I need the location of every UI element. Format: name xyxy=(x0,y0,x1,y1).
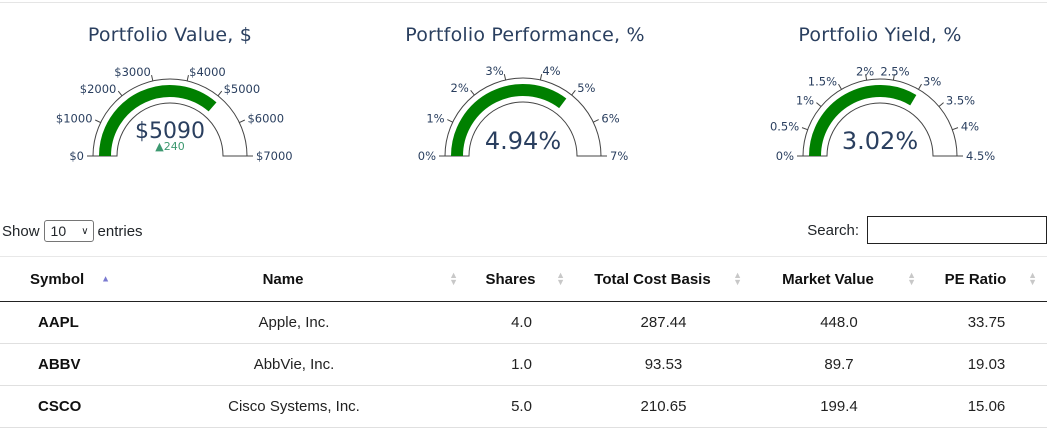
sort-icon: ▲ ▼ xyxy=(1028,270,1037,287)
cell-symbol: ABBV xyxy=(0,343,120,386)
gauge-tick-label: 2% xyxy=(451,81,469,95)
gauge-tick-label: 4.5% xyxy=(966,149,995,163)
gauge-tick-label: 3% xyxy=(923,75,941,89)
gauge-tick-label: 1% xyxy=(426,111,444,125)
gauge-tick xyxy=(952,127,959,131)
entries-label: entries xyxy=(97,222,143,240)
gauge-svg: $0$1000$2000$3000 $4000$5000$6000$7000$50… xyxy=(56,65,293,163)
table-row[interactable]: AAPL Apple, Inc. 4.0 287.44 448.0 33.75 xyxy=(0,301,1047,344)
gauge-tick-label: 0.5% xyxy=(770,120,799,134)
column-header-shares[interactable]: Shares ▲ ▼ xyxy=(468,256,575,302)
gauge-tick xyxy=(938,102,944,107)
gauge-portfolio-performance: Portfolio Performance, % 0% 1% 2% 3% 4% 5% 6% 7… xyxy=(355,0,695,180)
cell-symbol: CSCO xyxy=(0,385,120,428)
cell-name: AbbVie, Inc. xyxy=(120,343,468,386)
holdings-table: Symbol ▲ Name ▲ ▼ Shares ▲ ▼ Total Cost Ba… xyxy=(0,256,1047,428)
cell-shares: 1.0 xyxy=(468,343,575,386)
sort-icon: ▲ ▼ xyxy=(733,270,742,287)
gauge-tick-label: $1000 xyxy=(56,112,93,126)
gauge-tick xyxy=(571,90,576,96)
cell-name: Apple, Inc. xyxy=(120,301,468,344)
gauge-tick xyxy=(151,74,154,82)
column-header-pe-ratio[interactable]: PE Ratio ▲ ▼ xyxy=(926,256,1047,302)
gauge-tick-label: $2000 xyxy=(80,82,117,96)
entries-select[interactable]: 10 ∨ xyxy=(43,220,94,242)
gauge-tick-label: $5000 xyxy=(224,82,261,96)
gauge-tick-label: 5% xyxy=(577,81,595,95)
gauge-tick-label: $4000 xyxy=(189,65,226,79)
gauge-tick xyxy=(593,119,599,123)
gauge-tick xyxy=(117,90,123,97)
gauge-value-text: 4.94% xyxy=(485,127,561,155)
gauge-tick xyxy=(503,73,507,81)
cell-pe-ratio: 33.75 xyxy=(926,301,1047,344)
gauge-tick xyxy=(838,83,842,90)
table-row[interactable]: ABBV AbbVie, Inc. 1.0 93.53 89.7 19.03 xyxy=(0,343,1047,386)
cell-symbol: AAPL xyxy=(0,301,120,344)
gauge-tick-label: $6000 xyxy=(247,112,284,126)
gauge-tick-label: 1.5% xyxy=(808,75,837,89)
page-length-control: Show 10 ∨ entries xyxy=(2,220,143,242)
cell-total-cost-basis: 210.65 xyxy=(575,385,752,428)
gauge-tick xyxy=(447,119,453,123)
column-header-market-value[interactable]: Market Value ▲ ▼ xyxy=(752,256,926,302)
cell-pe-ratio: 19.03 xyxy=(926,343,1047,386)
search-input[interactable] xyxy=(867,216,1047,244)
gauge-tick xyxy=(801,127,808,131)
gauge-tick-label: 0% xyxy=(776,149,794,163)
search-label: Search: xyxy=(807,221,859,239)
gauge-tick xyxy=(239,119,245,124)
table-header-row: Symbol ▲ Name ▲ ▼ Shares ▲ ▼ Total Cost Ba… xyxy=(0,256,1047,302)
gauge-delta-text: ▲240 xyxy=(155,140,184,153)
cell-market-value: 448.0 xyxy=(752,301,926,344)
gauge-tick-label: 4% xyxy=(542,64,560,78)
gauge-tick-label: 2% xyxy=(856,64,874,78)
gauge-tick-label: $3000 xyxy=(114,65,151,79)
search-control: Search: xyxy=(807,216,1047,244)
gauge-tick xyxy=(918,83,922,90)
cell-shares: 4.0 xyxy=(468,301,575,344)
cell-name: Cisco Systems, Inc. xyxy=(120,385,468,428)
chevron-down-icon: ∨ xyxy=(81,225,89,237)
table-controls: Show 10 ∨ entries Search: xyxy=(0,216,1047,248)
column-header-total-cost-basis[interactable]: Total Cost Basis ▲ ▼ xyxy=(575,256,752,302)
gauge-tick xyxy=(95,119,101,124)
cell-total-cost-basis: 287.44 xyxy=(575,301,752,344)
gauge-tick-label: 4% xyxy=(961,120,979,134)
gauge-tick-label: 2.5% xyxy=(880,64,909,78)
gauge-tick-label: $7000 xyxy=(256,149,293,163)
gauge-tick-label: 6% xyxy=(601,111,619,125)
gauge-tick-label: 7% xyxy=(610,149,628,163)
gauge-tick xyxy=(217,90,223,97)
sort-icon: ▲ ▼ xyxy=(556,270,565,287)
gauge-portfolio-yield: Portfolio Yield, % 0% 0.5% 1% 1.5% 2% 2.5% 3% 3… xyxy=(710,0,1050,180)
gauge-svg: 0% 1% 2% 3% 4% 5% 6% 7% 4.94% xyxy=(418,64,629,163)
sort-icon: ▲ xyxy=(101,273,110,284)
cell-total-cost-basis: 93.53 xyxy=(575,343,752,386)
sort-icon: ▲ ▼ xyxy=(449,270,458,287)
gauge-tick xyxy=(470,90,475,96)
column-header-symbol[interactable]: Symbol ▲ xyxy=(0,256,120,302)
gauge-tick-label: $0 xyxy=(69,149,84,163)
cell-market-value: 89.7 xyxy=(752,343,926,386)
gauge-portfolio-value: Portfolio Value, $ $0 $1000 $2000 $3000 $400… xyxy=(0,0,340,180)
cell-shares: 5.0 xyxy=(468,385,575,428)
column-header-name[interactable]: Name ▲ ▼ xyxy=(120,256,468,302)
cell-pe-ratio: 15.06 xyxy=(926,385,1047,428)
gauge-svg: 0% 0.5% 1% 1.5% 2% 2.5% 3% 3.5% 4% 4.5% 3.02% xyxy=(770,64,995,163)
gauge-tick xyxy=(816,102,822,107)
cell-market-value: 199.4 xyxy=(752,385,926,428)
gauge-tick-label: 3% xyxy=(485,64,503,78)
gauge-tick-label: 3.5% xyxy=(946,94,975,108)
gauge-value-text: 3.02% xyxy=(842,127,918,155)
sort-icon: ▲ ▼ xyxy=(907,270,916,287)
gauge-tick-label: 1% xyxy=(796,94,814,108)
gauge-tick-label: 0% xyxy=(418,149,436,163)
show-label: Show xyxy=(2,222,40,240)
table-row[interactable]: CSCO Cisco Systems, Inc. 5.0 210.65 199.… xyxy=(0,385,1047,428)
entries-value: 10 xyxy=(50,223,67,239)
